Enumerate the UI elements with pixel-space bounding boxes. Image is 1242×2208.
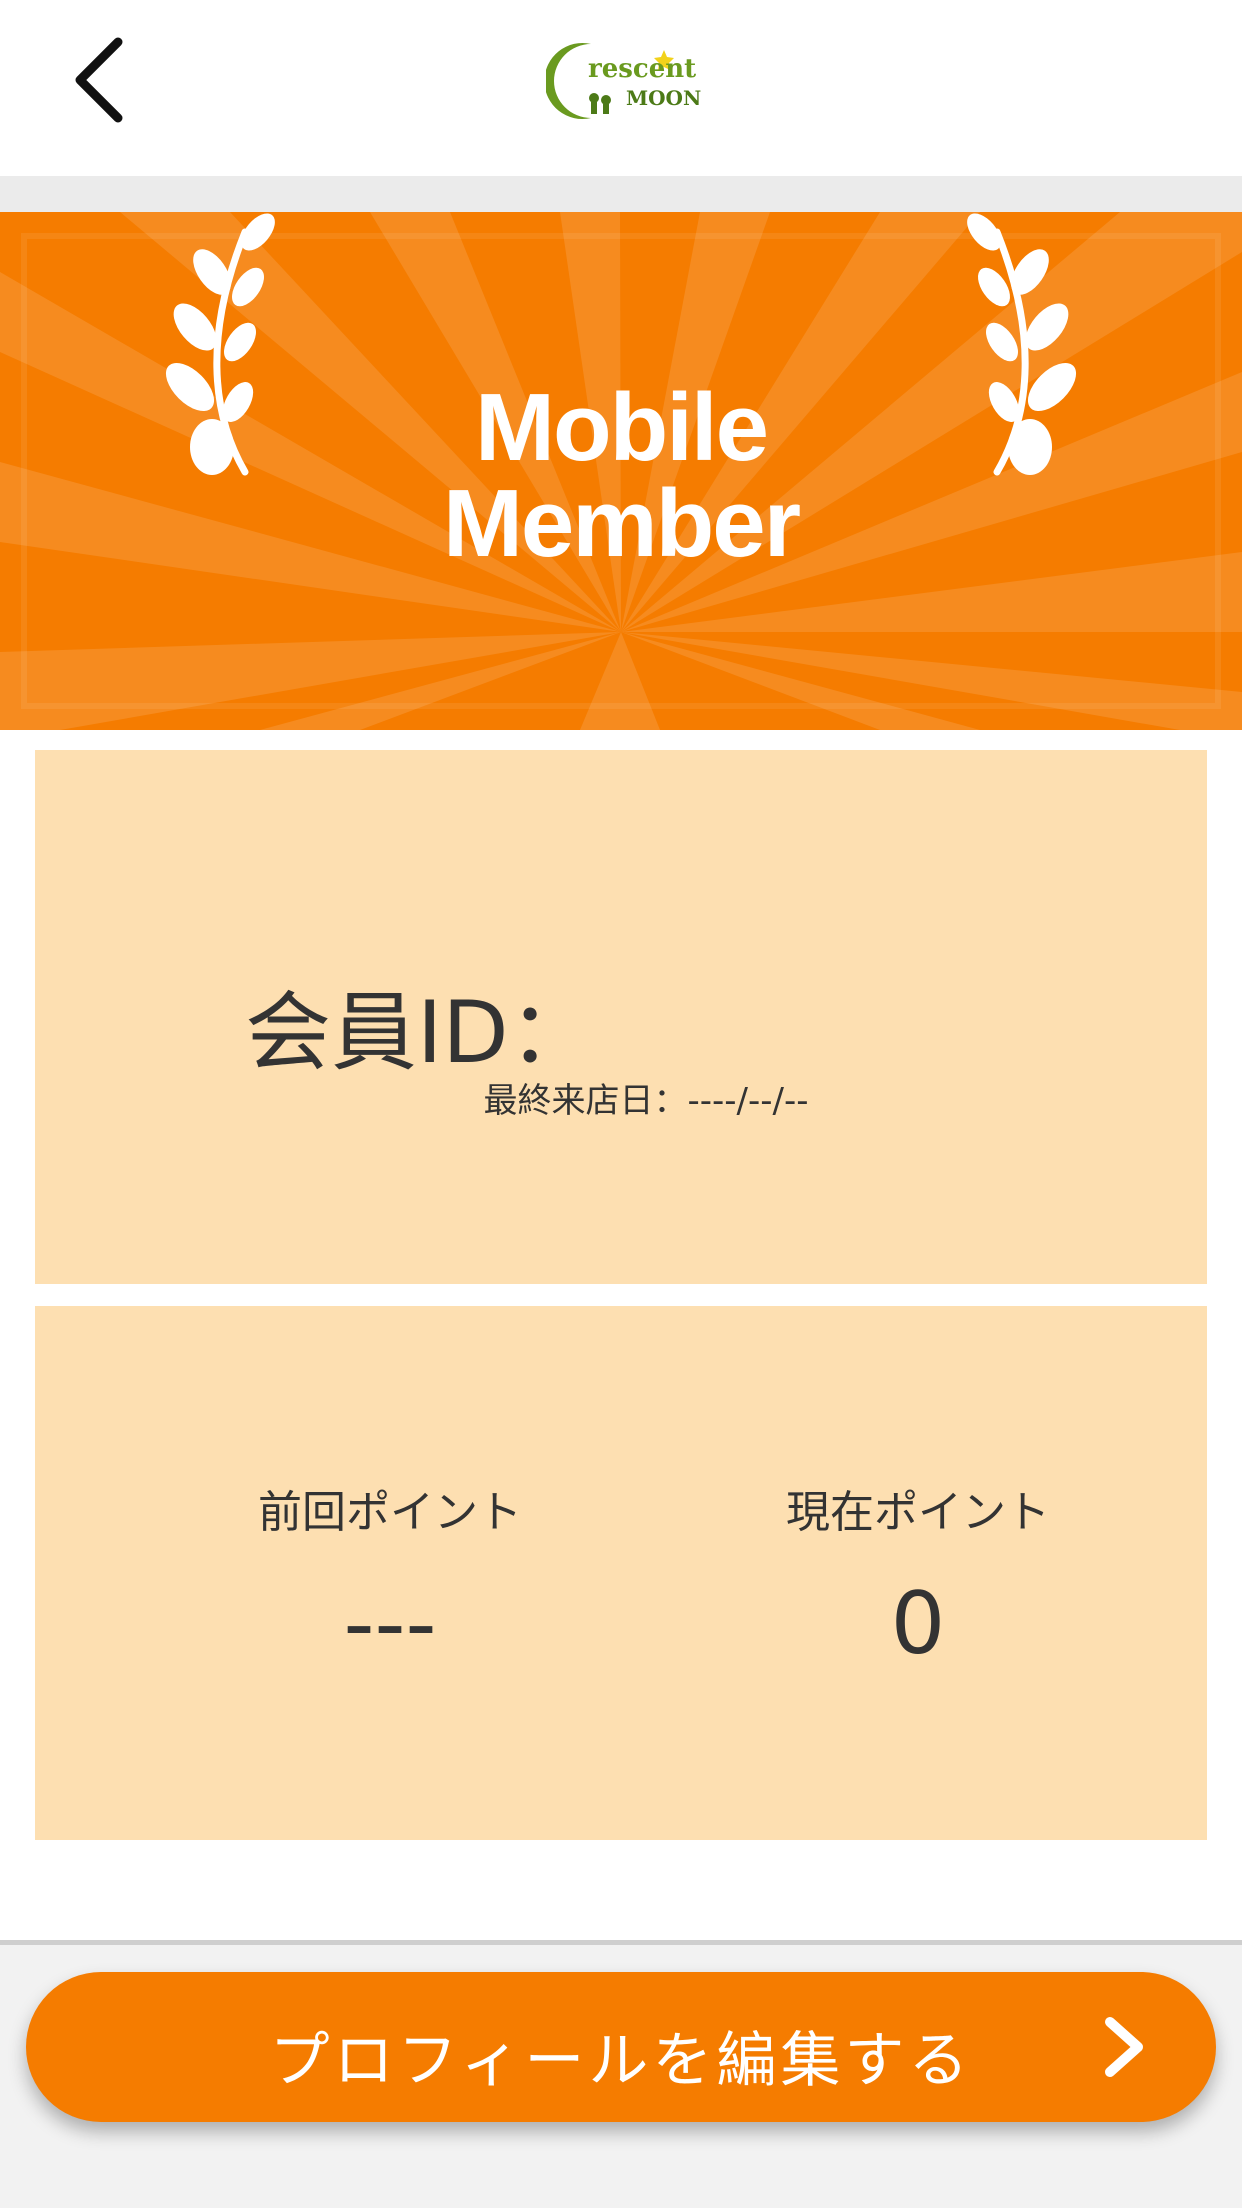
banner-title-line2: Member — [442, 470, 801, 577]
last-visit-label: 最終来店日： — [483, 1081, 688, 1121]
previous-points-label: 前回ポイント — [258, 1487, 522, 1538]
app-header: rescent MOON — [0, 0, 1242, 176]
edit-profile-button-label: プロフィールを編集する — [269, 2026, 973, 2096]
previous-points-value: --- — [343, 1574, 437, 1674]
crescent-moon-logo: rescent MOON — [544, 36, 701, 126]
last-visit-value: ----/--/-- — [687, 1081, 809, 1121]
mobile-member-banner: Mobile Member — [0, 212, 1242, 730]
logo-text-top: rescent — [588, 54, 697, 84]
current-points-value: 0 — [890, 1574, 946, 1674]
edit-profile-button[interactable]: プロフィールを編集する — [26, 1972, 1216, 2122]
current-points: 現在ポイント 0 — [668, 1476, 1168, 1674]
member-content: 会員ID： 最終来店日：----/--/-- 前回ポイント --- 現在ポイント… — [0, 730, 1242, 1940]
current-points-label: 現在ポイント — [786, 1487, 1050, 1538]
chevron-right-icon — [1105, 2017, 1143, 2077]
previous-points: 前回ポイント --- — [140, 1476, 640, 1674]
member-id-label: 会員ID： — [245, 983, 595, 1083]
paper-texture-strip — [0, 176, 1242, 212]
member-card-screen: rescent MOON Mobile Member 会員ID： 最終来店日：-… — [0, 0, 1242, 2208]
banner-title-line1: Mobile — [475, 374, 769, 481]
points-card: 前回ポイント --- 現在ポイント 0 — [35, 1306, 1207, 1840]
member-id-card: 会員ID： 最終来店日：----/--/-- — [35, 750, 1207, 1284]
divider — [0, 1940, 1242, 1945]
last-visit: 最終来店日：----/--/-- — [35, 1073, 1207, 1122]
logo-text-bottom: MOON — [626, 86, 702, 110]
chevron-left-icon — [75, 37, 123, 123]
back-button[interactable] — [60, 30, 160, 130]
